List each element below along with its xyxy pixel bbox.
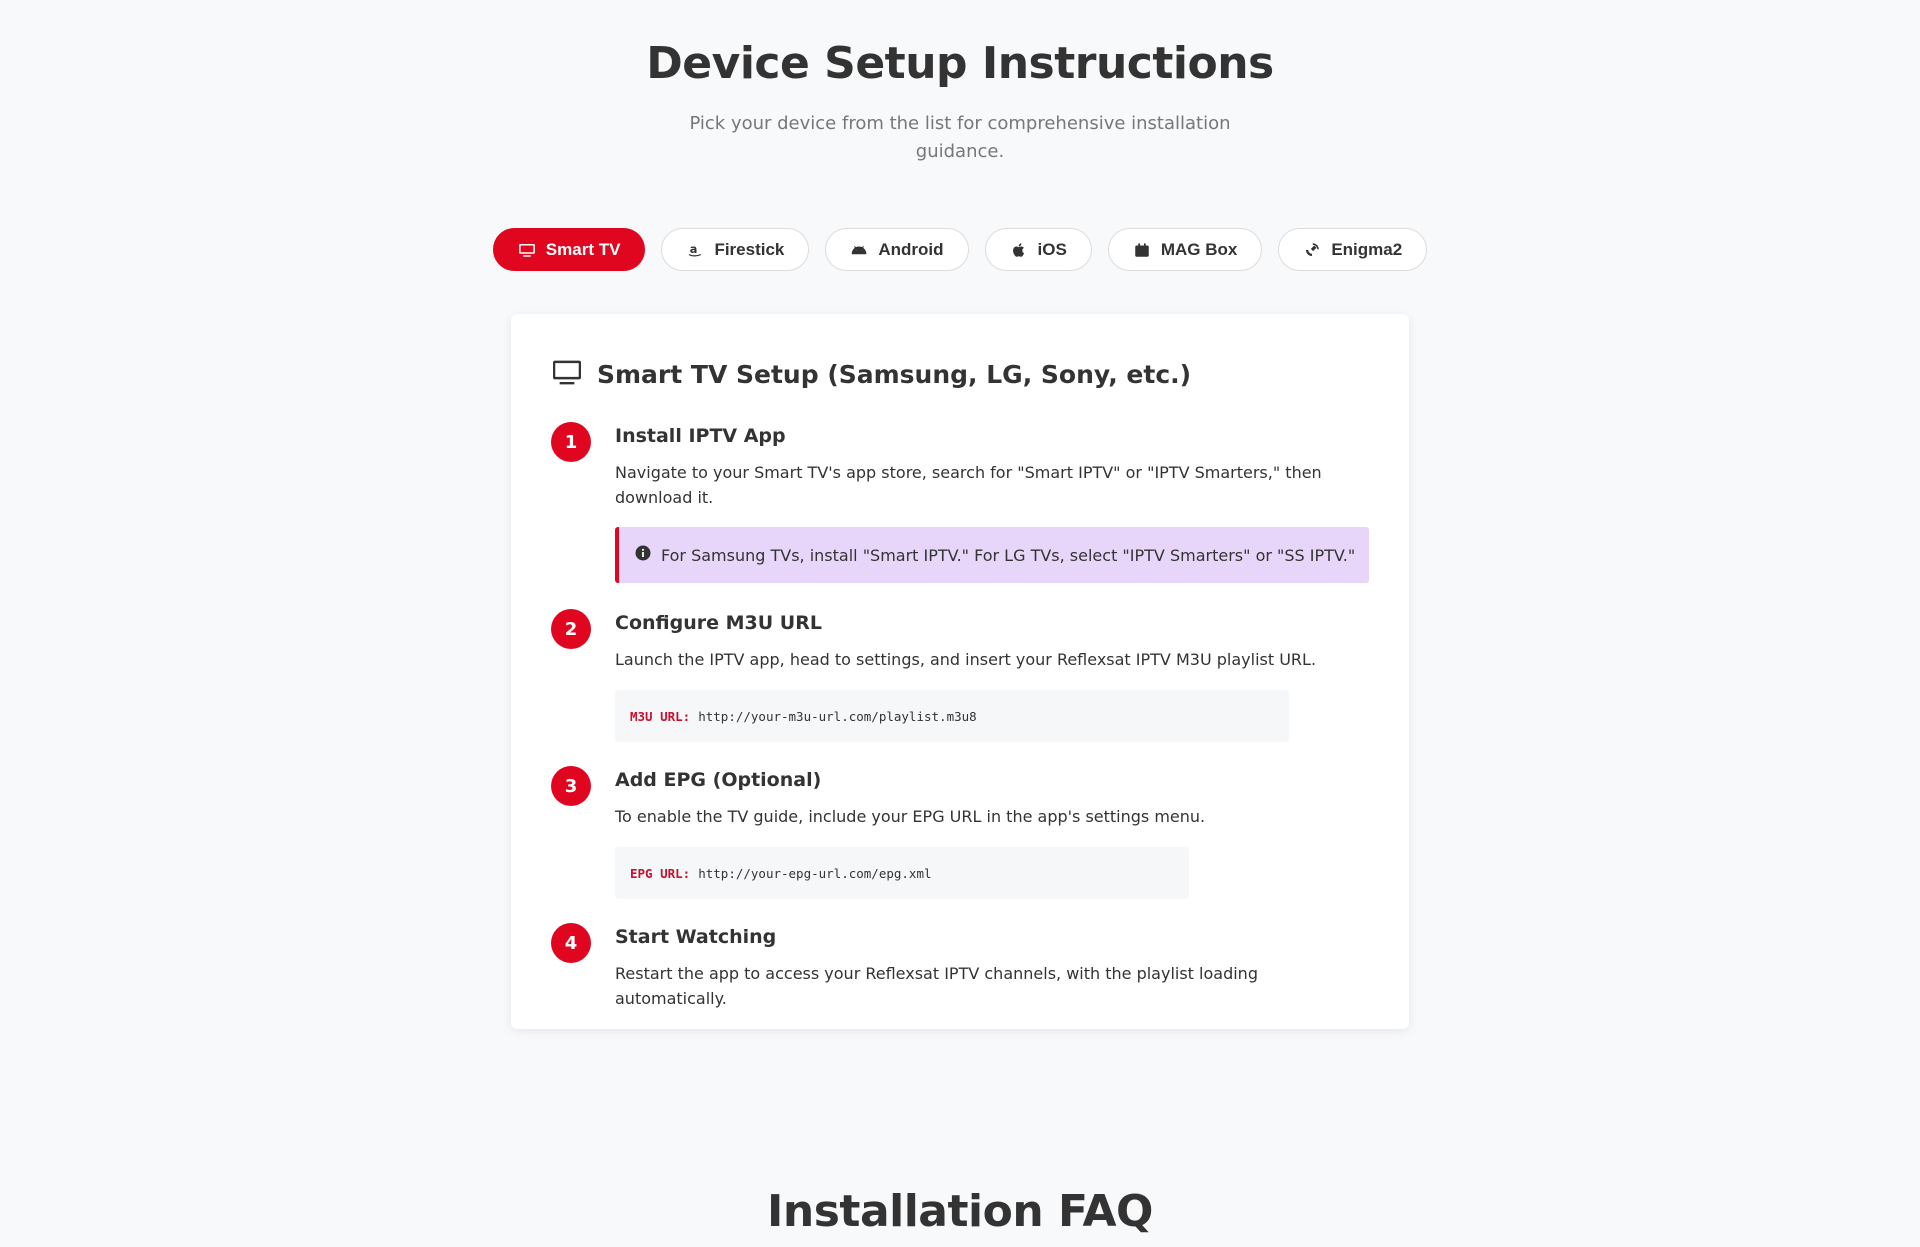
epg-url-box[interactable]: EPG URL: http://your-epg-url.com/epg.xml [615,847,1189,899]
step-number: 4 [551,923,591,963]
page-title: Device Setup Instructions [646,38,1274,89]
step-title: Start Watching [615,926,777,948]
device-tabs: Smart TV a Firestick Android iOS MAG Box [0,228,1920,271]
page: Device Setup Instructions Pick your devi… [0,0,1920,1247]
code-label: EPG URL: [630,865,691,881]
android-icon [850,241,868,259]
code-label: M3U URL: [630,708,691,724]
step-number: 3 [551,766,591,806]
card-title: Smart TV Setup (Samsung, LG, Sony, etc.) [597,359,1192,389]
box-icon [1133,241,1151,259]
note-text: For Samsung TVs, install "Smart IPTV." F… [661,545,1356,565]
info-icon [635,545,651,565]
tab-firestick[interactable]: a Firestick [661,228,810,271]
info-note: For Samsung TVs, install "Smart IPTV." F… [615,527,1369,583]
code-value[interactable]: http://your-m3u-url.com/playlist.m3u8 [698,709,976,724]
satellite-icon [1303,241,1321,259]
page-subtitle: Pick your device from the list for compr… [689,113,1231,162]
setup-card: Smart TV Setup (Samsung, LG, Sony, etc.)… [511,314,1409,1029]
svg-text:a: a [690,243,698,256]
tab-android[interactable]: Android [825,228,969,271]
tab-smart-tv[interactable]: Smart TV [492,228,646,271]
tab-label: MAG Box [1160,239,1238,259]
step-text: Launch the IPTV app, head to settings, a… [615,650,1317,669]
step-title: Configure M3U URL [615,612,822,634]
tab-ios[interactable]: iOS [984,228,1092,271]
step-text: Restart the app to access your Reflexsat… [615,964,1258,1008]
step-title: Install IPTV App [615,425,786,447]
tab-label: Android [878,239,944,259]
apple-icon [1010,241,1028,259]
step-number: 2 [551,609,591,649]
faq-title: Installation FAQ [767,1186,1153,1237]
tab-label: Enigma2 [1331,239,1403,259]
step-text: Navigate to your Smart TV's app store, s… [615,463,1322,507]
tv-icon [551,356,583,392]
tab-label: iOS [1037,239,1067,259]
card-header: Smart TV Setup (Samsung, LG, Sony, etc.) [551,356,1191,392]
tab-enigma2[interactable]: Enigma2 [1278,228,1428,271]
code-value[interactable]: http://your-epg-url.com/epg.xml [698,866,931,881]
tab-mag-box[interactable]: MAG Box [1107,228,1263,271]
tab-label: Firestick [714,239,785,259]
step-title: Add EPG (Optional) [615,769,822,791]
m3u-url-box[interactable]: M3U URL: http://your-m3u-url.com/playlis… [615,690,1289,742]
step-number: 1 [551,422,591,462]
tab-label: Smart TV [545,239,621,259]
tv-icon [518,241,536,259]
amazon-icon: a [686,241,704,259]
step-text: To enable the TV guide, include your EPG… [615,807,1206,826]
